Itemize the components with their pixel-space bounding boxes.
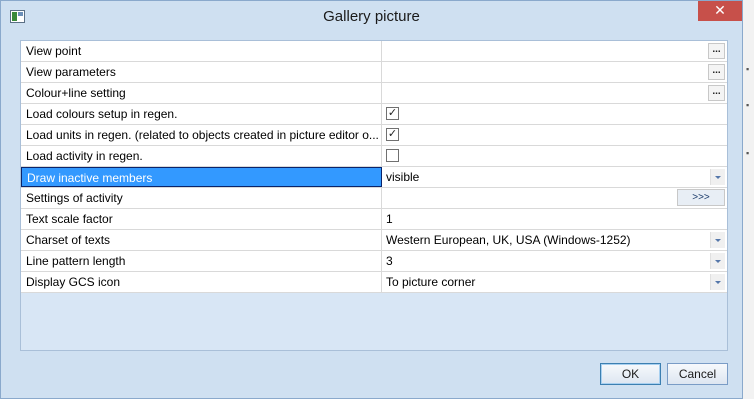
title-bar[interactable]: Gallery picture ✕ — [1, 1, 742, 33]
property-value[interactable]: visible — [383, 167, 727, 187]
dropdown-arrow-icon[interactable] — [710, 232, 725, 248]
property-value[interactable]: To picture corner — [383, 272, 727, 292]
property-value[interactable] — [383, 188, 727, 208]
property-label[interactable]: View parameters — [21, 62, 382, 82]
property-label[interactable]: Display GCS icon — [21, 272, 382, 292]
property-value: ✓ — [383, 125, 727, 145]
ellipsis-button[interactable]: ... — [708, 85, 725, 101]
property-label[interactable]: Load units in regen. (related to objects… — [21, 125, 382, 145]
close-button[interactable]: ✕ — [698, 1, 742, 21]
property-label[interactable]: Draw inactive members — [21, 167, 382, 187]
load-colours-checkbox[interactable]: ✓ — [386, 107, 399, 120]
property-value[interactable]: 3 — [383, 251, 727, 271]
property-value[interactable] — [383, 62, 727, 82]
property-label[interactable]: Charset of texts — [21, 230, 382, 250]
ellipsis-button[interactable]: ... — [708, 43, 725, 59]
property-value[interactable]: Western European, UK, USA (Windows-1252) — [383, 230, 727, 250]
ok-button[interactable]: OK — [600, 363, 661, 385]
property-row-load-activity: Load activity in regen. — [21, 146, 727, 167]
edge-mark-icon: ▪ — [746, 100, 750, 110]
property-row-display-gcs-icon: Display GCS icon To picture corner — [21, 272, 727, 293]
property-row-settings-of-activity: Settings of activity >>> — [21, 188, 727, 209]
property-label[interactable]: View point — [21, 41, 382, 61]
property-row-text-scale-factor: Text scale factor 1 — [21, 209, 727, 230]
edge-mark-icon: ▪ — [746, 148, 750, 158]
property-value[interactable] — [383, 83, 727, 103]
property-label[interactable]: Settings of activity — [21, 188, 382, 208]
ellipsis-button[interactable]: ... — [708, 64, 725, 80]
property-row-view-point: View point ... — [21, 41, 727, 62]
property-row-draw-inactive-members: Draw inactive members visible — [21, 167, 727, 188]
load-units-checkbox[interactable]: ✓ — [386, 128, 399, 141]
property-value[interactable] — [383, 41, 727, 61]
property-label[interactable]: Colour+line setting — [21, 83, 382, 103]
edge-mark-icon: ▪ — [746, 64, 750, 74]
property-row-line-pattern-length: Line pattern length 3 — [21, 251, 727, 272]
dropdown-arrow-icon[interactable] — [710, 169, 725, 185]
property-row-load-units: Load units in regen. (related to objects… — [21, 125, 727, 146]
property-row-colour-line-setting: Colour+line setting ... — [21, 83, 727, 104]
window-title: Gallery picture — [323, 8, 420, 25]
dropdown-arrow-icon[interactable] — [710, 274, 725, 290]
background-window-edge: ▪ ▪ ▪ — [743, 0, 754, 399]
property-label[interactable]: Text scale factor — [21, 209, 382, 229]
cancel-button[interactable]: Cancel — [667, 363, 728, 385]
property-grid: View point ... View parameters ... Colou… — [20, 40, 728, 351]
property-value[interactable]: 1 — [383, 209, 727, 229]
property-value: ✓ — [383, 104, 727, 124]
property-value — [383, 146, 727, 166]
property-label[interactable]: Load activity in regen. — [21, 146, 382, 166]
property-label[interactable]: Load colours setup in regen. — [21, 104, 382, 124]
load-activity-checkbox[interactable] — [386, 149, 399, 162]
more-button[interactable]: >>> — [677, 189, 725, 206]
property-label[interactable]: Line pattern length — [21, 251, 382, 271]
property-row-charset-of-texts: Charset of texts Western European, UK, U… — [21, 230, 727, 251]
property-row-view-parameters: View parameters ... — [21, 62, 727, 83]
dialog-window: Gallery picture ✕ View point ... View pa… — [0, 0, 743, 399]
dropdown-arrow-icon[interactable] — [710, 253, 725, 269]
property-row-load-colours: Load colours setup in regen. ✓ — [21, 104, 727, 125]
